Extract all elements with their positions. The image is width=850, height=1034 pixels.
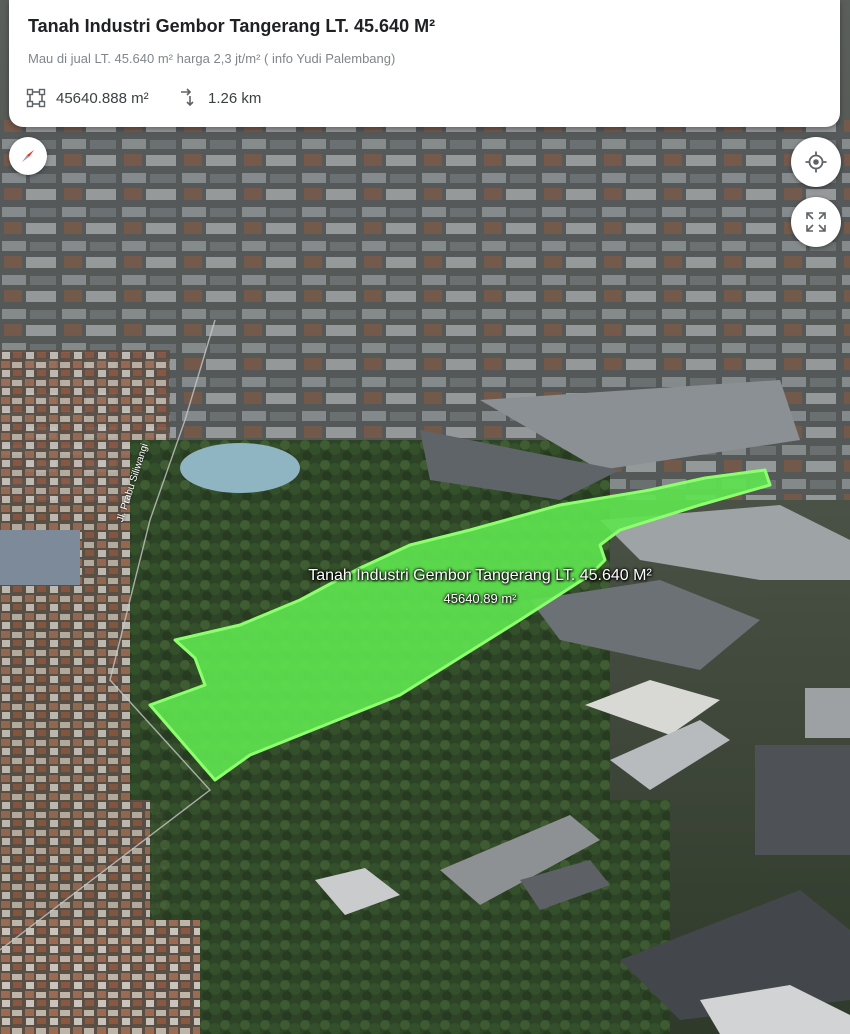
my-location-icon bbox=[805, 151, 827, 173]
fullscreen-icon bbox=[806, 212, 826, 232]
perimeter-arrows-icon bbox=[181, 88, 194, 107]
compass-icon bbox=[22, 150, 34, 162]
area-value: 45640.888 m² bbox=[56, 89, 149, 107]
card-title: Tanah Industri Gembor Tangerang LT. 45.6… bbox=[28, 16, 436, 36]
area-stat: 45640.888 m² bbox=[26, 87, 149, 109]
parcel-area-label: 45640.89 m² bbox=[443, 591, 517, 606]
perimeter-stat: 1.26 km bbox=[178, 87, 261, 109]
perimeter-value: 1.26 km bbox=[208, 89, 262, 107]
card-description: Mau di jual LT. 45.640 m² harga 2,3 jt/m… bbox=[28, 51, 396, 66]
info-card: Tanah Industri Gembor Tangerang LT. 45.6… bbox=[9, 0, 840, 127]
compass-button[interactable] bbox=[9, 137, 47, 175]
my-location-button[interactable] bbox=[791, 137, 841, 187]
fullscreen-button[interactable] bbox=[791, 197, 841, 247]
area-square-icon bbox=[26, 88, 46, 108]
parcel-label: Tanah Industri Gembor Tangerang LT. 45.6… bbox=[308, 567, 652, 584]
